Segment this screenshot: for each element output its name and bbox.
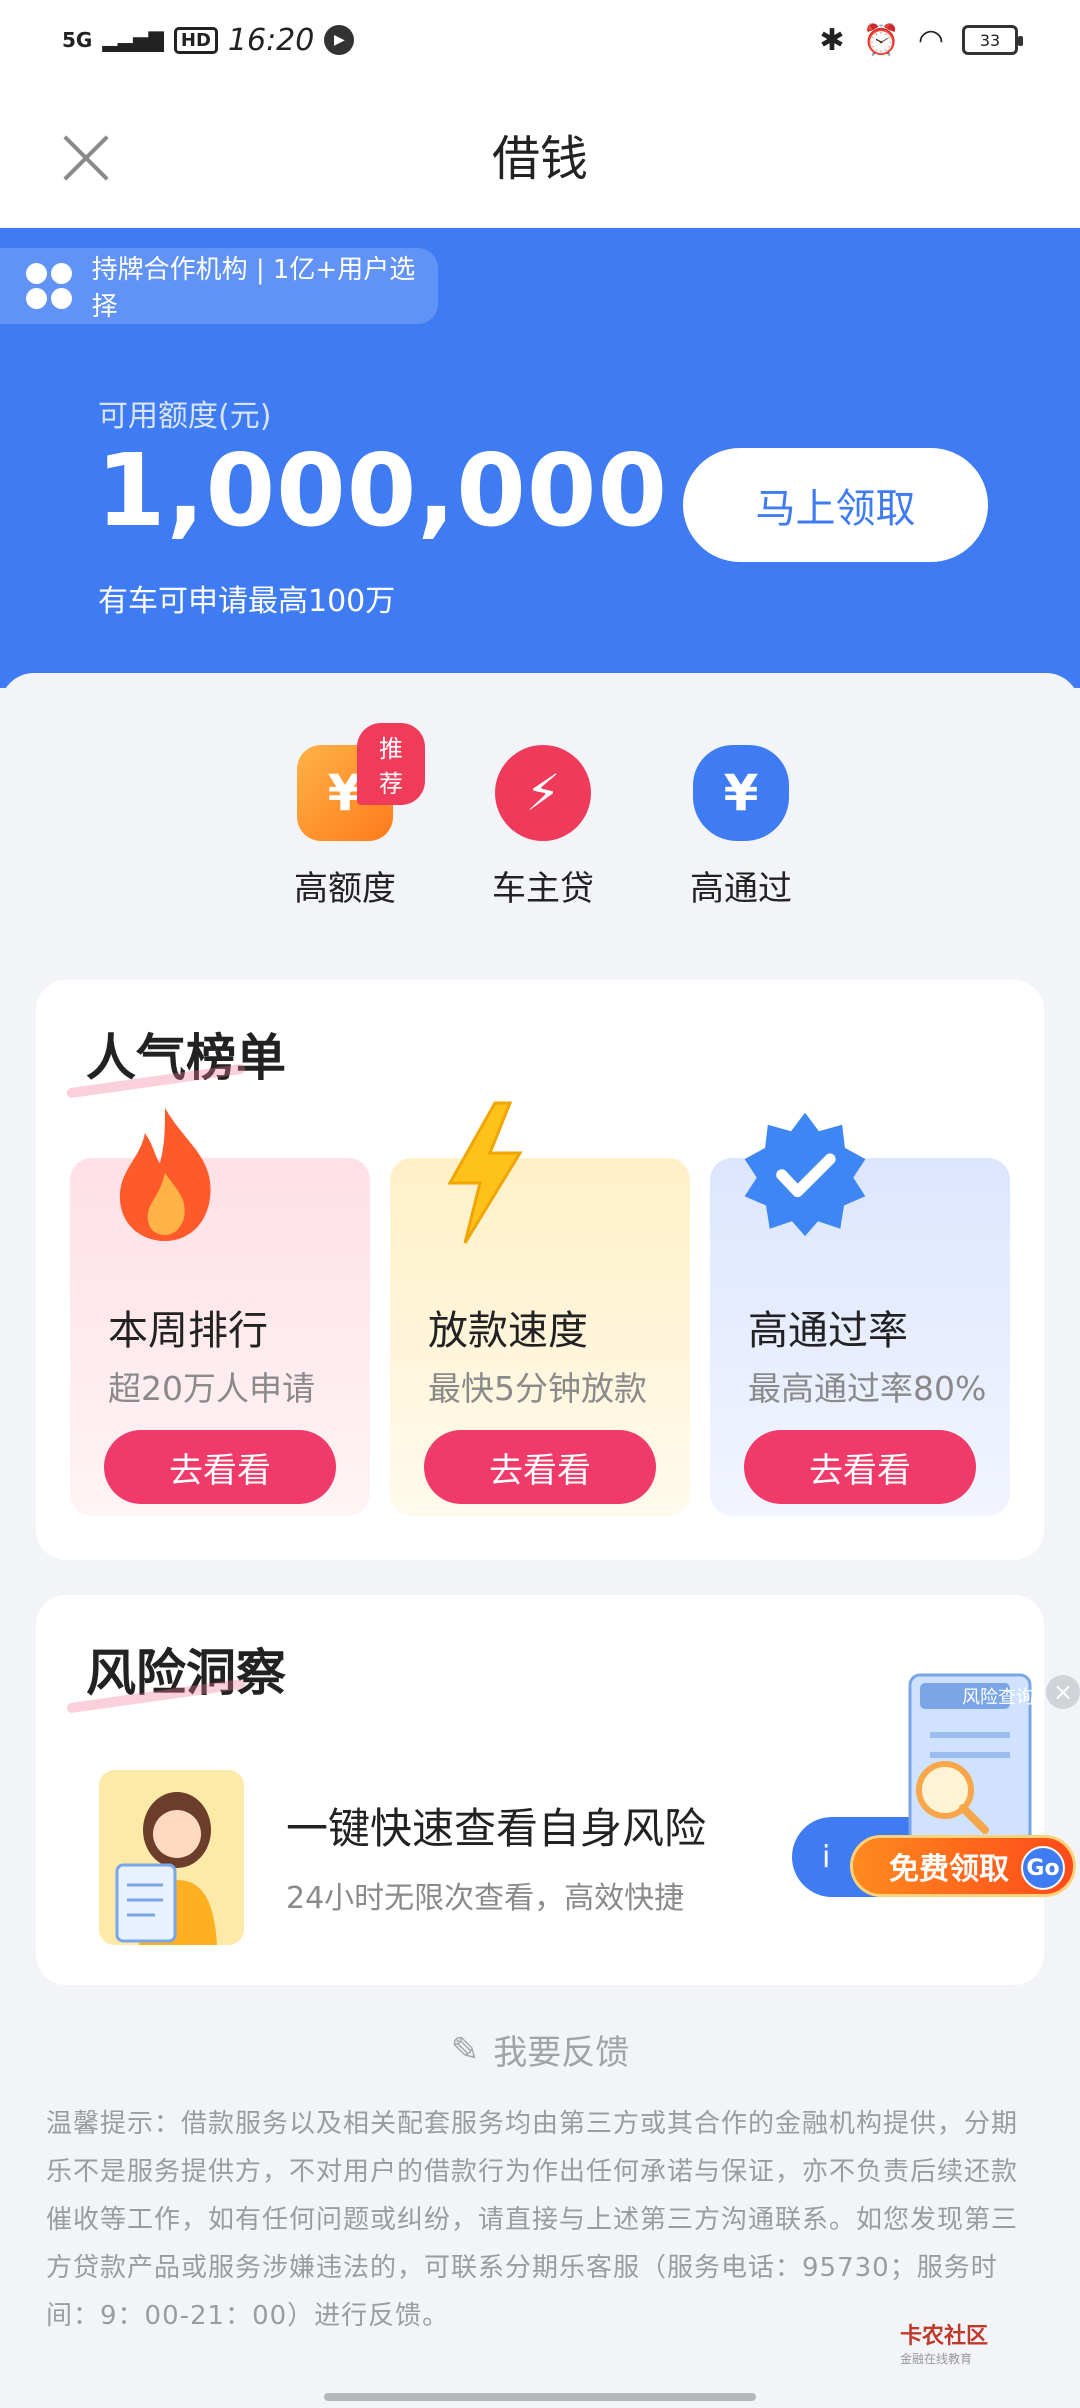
partner-text: 持牌合作机构 | 1亿+用户选择 — [91, 255, 416, 322]
risk-title: 风险洞察 — [86, 1633, 286, 1705]
network-indicator: 5G — [62, 28, 93, 52]
rank-subtitle: 最高通过率80% — [748, 1369, 987, 1408]
ranking-card: 人气榜单 本周排行 超20万人申请 去看看 放款速度 最快5分钟放款 去看看 高… — [36, 980, 1044, 1560]
battery-icon: 33 — [962, 25, 1023, 55]
close-icon[interactable] — [50, 124, 120, 194]
status-bar: 5G ▂▃▅▇ HD 16:20 ▶ ✱ ⏰ ◠ 33 — [0, 0, 1080, 80]
disclaimer-text: 温馨提示：借款服务以及相关配套服务均由第三方或其合作的金融机构提供，分期乐不是服… — [46, 2109, 1019, 2331]
category-high-limit[interactable]: ¥ 推荐 高额度 — [265, 723, 425, 910]
category-label: 高通过 — [690, 869, 792, 909]
free-claim-label: 免费领取 — [889, 1852, 1009, 1887]
category-high-approval[interactable]: ¥ 高通过 — [661, 745, 821, 910]
alarm-icon: ⏰ — [862, 22, 900, 58]
lightning-icon: ⚡ — [495, 745, 591, 841]
rank-title: 本周排行 — [108, 1308, 268, 1354]
category-car-loan[interactable]: ⚡ 车主贷 — [463, 745, 623, 910]
community-watermark: 卡农社区 金融在线教育 — [900, 2318, 988, 2367]
credit-amount: 1,000,000 — [96, 432, 669, 549]
rank-item-approval: 高通过率 最高通过率80% 去看看 — [710, 1112, 1010, 1516]
nav-bar: 借钱 — [0, 80, 1080, 228]
credit-label: 可用额度(元) — [98, 399, 272, 434]
rank-title: 放款速度 — [428, 1308, 588, 1354]
recommend-tag: 推荐 — [357, 723, 425, 805]
ranking-title: 人气榜单 — [86, 1018, 286, 1090]
feedback-link[interactable]: ✎ 我要反馈 — [0, 2025, 1080, 2074]
verified-badge-icon — [740, 1098, 870, 1248]
risk-headline: 一键快速查看自身风险 — [286, 1804, 707, 1853]
go-icon: Go — [1021, 1846, 1065, 1890]
risk-subtitle: 24小时无限次查看，高效快捷 — [286, 1881, 685, 1916]
wifi-icon: ◠ — [917, 22, 944, 58]
close-ad-icon[interactable]: × — [1046, 1675, 1080, 1709]
risk-query-doc-label: 风险查询 — [962, 1687, 1034, 1708]
content-sheet: ¥ 推荐 高额度 ⚡ 车主贷 ¥ 高通过 人气榜单 本周排行 超20万人申请 去… — [0, 673, 1080, 2408]
clover-icon — [26, 263, 72, 309]
view-button[interactable]: 去看看 — [424, 1430, 656, 1504]
home-indicator[interactable] — [324, 2393, 756, 2401]
rank-item-speed: 放款速度 最快5分钟放款 去看看 — [390, 1101, 690, 1516]
category-label: 高额度 — [294, 869, 396, 909]
media-play-icon: ▶ — [324, 25, 355, 55]
rank-item-weekly: 本周排行 超20万人申请 去看看 — [70, 1108, 370, 1516]
credit-hero: 持牌合作机构 | 1亿+用户选择 可用额度(元) 1,000,000 有车可申请… — [0, 228, 1080, 688]
battery-level: 33 — [979, 30, 1001, 50]
free-claim-button[interactable]: 免费领取 Go — [850, 1835, 1076, 1897]
watermark-text: 卡农社区 — [900, 2324, 989, 2349]
page-title: 借钱 — [491, 131, 588, 187]
signal-icon: ▂▃▅▇ — [102, 28, 164, 52]
bluetooth-icon: ✱ — [819, 22, 845, 58]
watermark-sub: 金融在线教育 — [900, 2352, 973, 2366]
rank-subtitle: 最快5分钟放款 — [428, 1369, 647, 1408]
rank-title: 高通过率 — [748, 1308, 908, 1354]
category-label: 车主贷 — [492, 869, 594, 909]
view-button[interactable]: 去看看 — [744, 1430, 976, 1504]
lightning-bolt-icon — [420, 1098, 550, 1248]
partner-banner: 持牌合作机构 | 1亿+用户选择 — [0, 248, 438, 324]
money-bag-icon: ¥ — [693, 745, 789, 841]
hd-badge: HD — [173, 26, 218, 54]
credit-note: 有车可申请最高100万 — [98, 584, 396, 619]
status-time: 16:20 — [227, 22, 315, 58]
floating-ad[interactable]: 风险查询 × 免费领取 Go — [850, 1665, 1080, 1905]
claim-now-button[interactable]: 马上领取 — [683, 448, 988, 562]
feedback-icon: ✎ — [450, 2029, 480, 2070]
feedback-label: 我要反馈 — [493, 2033, 630, 2073]
rank-subtitle: 超20万人申请 — [108, 1369, 315, 1408]
view-button[interactable]: 去看看 — [104, 1430, 336, 1504]
risk-avatar-illustration — [99, 1770, 244, 1945]
flame-icon — [100, 1098, 230, 1248]
